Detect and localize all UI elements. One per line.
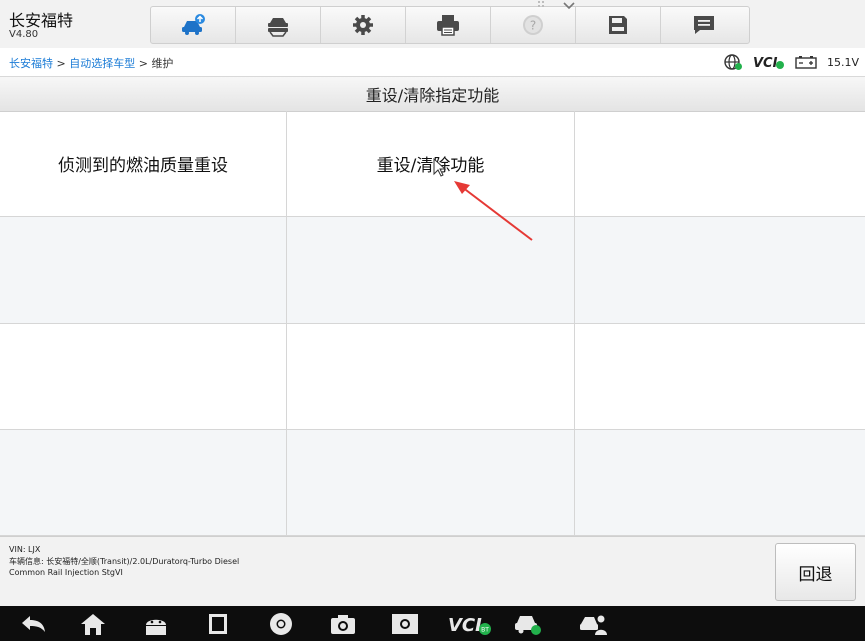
car-check-icon	[515, 616, 541, 635]
home-button[interactable]	[151, 7, 236, 43]
breadcrumb-item-auto-select[interactable]: 自动选择车型	[69, 57, 135, 70]
vehicle-info-text: 车辆信息: 长安福特/全顺(Transit)/2.0L/Duratorq-Tur…	[9, 556, 359, 578]
vehicle-swap-button[interactable]	[236, 7, 321, 43]
app-title: 长安福特	[9, 11, 74, 30]
svg-text:?: ?	[530, 19, 536, 33]
grid-cell-empty	[0, 217, 287, 324]
breadcrumb: 长安福特 > 自动选择车型 > 维护	[9, 55, 173, 71]
nav-camera-button[interactable]	[326, 609, 360, 639]
nav-home-button[interactable]	[76, 609, 110, 639]
nav-brightness-button[interactable]	[388, 609, 422, 639]
breadcrumb-item-current: 维护	[151, 57, 174, 70]
settings-button[interactable]	[321, 7, 406, 43]
vehicle-swap-icon	[268, 18, 288, 37]
battery-icon	[795, 56, 817, 69]
grid-cell-empty	[0, 430, 287, 536]
nav-back-button[interactable]	[16, 609, 50, 639]
breadcrumb-bar: 长安福特 > 自动选择车型 > 维护 VCI 15.1V	[0, 48, 865, 77]
help-button[interactable]: ?	[491, 7, 576, 43]
back-button[interactable]: 回退	[775, 543, 856, 601]
mouse-cursor-icon	[433, 158, 446, 177]
vci-status-label: VCI	[753, 56, 778, 70]
gear-icon	[353, 15, 373, 35]
camera-icon	[331, 615, 355, 634]
nav-bt-label: BT	[481, 627, 489, 634]
app-header: 长安福特 V4.80 ?	[0, 0, 865, 48]
nav-browser-button[interactable]	[264, 609, 298, 639]
help-icon: ?	[523, 15, 543, 35]
message-button[interactable]	[661, 7, 746, 43]
vehicle-info-footer: VIN: LJX 车辆信息: 长安福特/全顺(Transit)/2.0L/Dur…	[0, 536, 865, 607]
grid-cell-empty	[575, 111, 865, 217]
nav-vehicle-button[interactable]	[510, 609, 544, 639]
home-icon	[81, 614, 105, 635]
car-home-icon	[182, 14, 205, 35]
vci-status-icon: VCI	[753, 56, 784, 70]
breadcrumb-separator: >	[135, 57, 152, 70]
breadcrumb-item-brand[interactable]: 长安福特	[9, 57, 53, 70]
message-icon	[693, 16, 714, 34]
nav-remote-button[interactable]	[576, 609, 610, 639]
grid-cell-empty	[575, 324, 865, 430]
grid-cell-empty	[575, 430, 865, 536]
save-button[interactable]	[576, 7, 661, 43]
network-globe-icon	[724, 54, 742, 70]
status-area: VCI 15.1V	[723, 52, 859, 72]
grid-cell-empty	[287, 324, 575, 430]
save-icon	[609, 16, 627, 34]
printer-icon	[437, 15, 459, 36]
nav-android-button[interactable]	[139, 609, 173, 639]
nav-recents-button[interactable]	[201, 609, 235, 639]
recent-apps-icon	[209, 614, 227, 634]
breadcrumb-separator: >	[53, 57, 70, 70]
main-toolbar: ?	[150, 6, 750, 44]
voltage-readout: 15.1V	[826, 55, 859, 69]
annotation-arrow-icon	[454, 181, 533, 241]
grid-cell-empty	[575, 217, 865, 324]
page-title: 重设/清除指定功能	[0, 77, 865, 112]
chevron-down-icon[interactable]	[537, 0, 579, 12]
system-nav-bar: VCI BT	[0, 606, 865, 641]
grid-cell-empty	[287, 430, 575, 536]
vehicle-info-line2: Common Rail Injection StgVI	[9, 568, 123, 577]
nav-vci-label: VCI	[448, 615, 482, 636]
vin-text: VIN: LJX	[9, 545, 41, 554]
app-version: V4.80	[9, 29, 39, 40]
back-arrow-icon	[22, 616, 45, 632]
print-button[interactable]	[406, 7, 491, 43]
grid-cell-empty	[0, 324, 287, 430]
function-item-fuel-quality-reset[interactable]: 侦测到的燃油质量重设	[0, 111, 287, 217]
brightness-icon	[392, 614, 418, 634]
vci-bluetooth-icon: VCI BT	[448, 615, 491, 636]
vehicle-info-line1: 车辆信息: 长安福特/全顺(Transit)/2.0L/Duratorq-Tur…	[9, 557, 240, 566]
android-icon	[146, 619, 166, 635]
remote-support-icon	[580, 615, 607, 635]
browser-icon	[270, 613, 292, 635]
nav-vci-button[interactable]: VCI BT	[444, 609, 494, 639]
